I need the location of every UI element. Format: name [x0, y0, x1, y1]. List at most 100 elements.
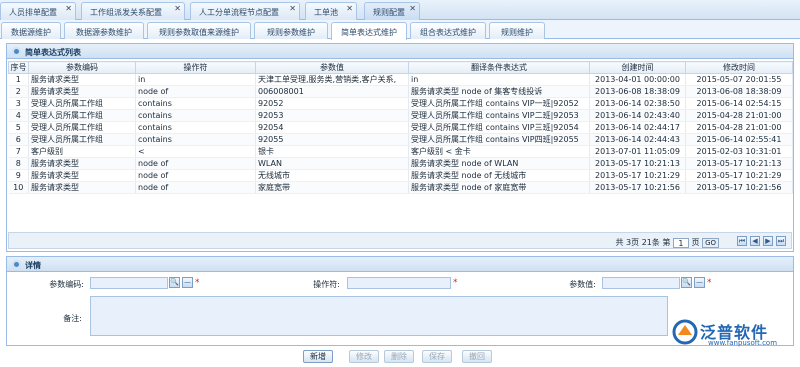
- pagination-page-suffix: 页: [691, 238, 700, 247]
- cell-param-code: 服务请求类型: [28, 157, 136, 170]
- cell-expression: in: [408, 73, 590, 86]
- cell-modified: 2015-05-07 20:01:55: [685, 73, 793, 86]
- cell-param-code: 服务请求类型: [28, 85, 136, 98]
- cell-created: 2013-06-08 18:38:09: [589, 85, 686, 98]
- cell-index: 3: [8, 97, 29, 110]
- subtab-datasource[interactable]: 数据源维护: [1, 22, 61, 39]
- close-icon[interactable]: ✕: [65, 4, 72, 13]
- operator-label: 操作符:: [313, 280, 340, 289]
- cell-expression: 服务请求类型 node of 家庭宽带: [408, 181, 590, 194]
- cell-param-code: 服务请求类型: [28, 169, 136, 182]
- column-header[interactable]: 创建时间: [589, 61, 686, 74]
- delete-button[interactable]: 删除: [384, 350, 414, 363]
- cell-expression: 受理人员所属工作组 contains VIP一班|92052: [408, 97, 590, 110]
- table-row[interactable]: 9 服务请求类型 node of 无线城市 服务请求类型 node of 无线城市 201…: [8, 169, 793, 182]
- cell-index: 7: [8, 145, 29, 158]
- logo-icon: [672, 319, 698, 345]
- subtab-datasource-params[interactable]: 数据源参数维护: [64, 22, 144, 39]
- column-header[interactable]: 操作符: [135, 61, 256, 74]
- cell-created: 2013-06-14 02:44:17: [589, 121, 686, 134]
- cell-modified: 2013-06-08 18:38:09: [685, 85, 793, 98]
- table-row[interactable]: 2 服务请求类型 node of 006008001 服务请求类型 node of 集客…: [8, 85, 793, 98]
- tab-label: 人员排单配置: [9, 8, 57, 17]
- cell-modified: 2013-05-17 10:21:13: [685, 157, 793, 170]
- table-row[interactable]: 1 服务请求类型 in 天津工单受理,服务类,营销类,客户关系, in 2013-04-0…: [8, 73, 793, 86]
- cell-param-code: 受理人员所属工作组: [28, 97, 136, 110]
- tab-manual-dispatch-nodes[interactable]: 人工分单流程节点配置 ✕: [190, 2, 300, 20]
- operator-field[interactable]: [347, 277, 451, 289]
- cell-operator: node of: [135, 85, 256, 98]
- cell-param-value: 无线城市: [255, 169, 409, 182]
- cell-modified: 2013-05-17 10:21:29: [685, 169, 793, 182]
- cell-expression: 服务请求类型 node of WLAN: [408, 157, 590, 170]
- last-page-icon[interactable]: ⏭: [776, 236, 786, 246]
- cell-index: 10: [8, 181, 29, 194]
- table-row[interactable]: 5 受理人员所属工作组 contains 92054 受理人员所属工作组 contain…: [8, 121, 793, 134]
- cell-modified: 2015-04-28 21:01:00: [685, 109, 793, 122]
- close-icon[interactable]: ✕: [174, 4, 181, 13]
- subtab-rule[interactable]: 规则维护: [489, 22, 545, 39]
- first-page-icon[interactable]: ⏮: [737, 236, 747, 246]
- subtab-simple-expression[interactable]: 简单表达式维护: [331, 22, 407, 40]
- subtab-compound-expression[interactable]: 组合表达式维护: [410, 22, 486, 39]
- cell-expression: 客户级别 < 金卡: [408, 145, 590, 158]
- edit-button[interactable]: 修改: [349, 350, 379, 363]
- table-row[interactable]: 4 受理人员所属工作组 contains 92053 受理人员所属工作组 contain…: [8, 109, 793, 122]
- close-icon[interactable]: ✕: [409, 4, 416, 13]
- page-number-input[interactable]: 1: [672, 237, 689, 248]
- new-button[interactable]: 新增: [303, 350, 333, 363]
- subtab-param-value-source[interactable]: 规则参数取值来源维护: [147, 22, 251, 39]
- tab-order-pool[interactable]: 工单池 ✕: [305, 2, 357, 20]
- cell-modified: 2015-06-14 02:55:41: [685, 133, 793, 146]
- tab-rule-config[interactable]: 规则配置 ✕: [364, 2, 420, 20]
- prev-page-icon[interactable]: ◀: [750, 236, 760, 246]
- tab-label: 人工分单流程节点配置: [199, 8, 279, 17]
- cell-created: 2013-05-17 10:21:13: [589, 157, 686, 170]
- column-header[interactable]: 参数编码: [28, 61, 136, 74]
- search-icon[interactable]: 🔍: [169, 277, 180, 288]
- table-row[interactable]: 10 服务请求类型 node of 家庭宽带 服务请求类型 node of 家庭宽带 20…: [8, 181, 793, 194]
- tab-label: 工作组派发关系配置: [90, 8, 162, 17]
- subtab-rule-params[interactable]: 规则参数维护: [254, 22, 328, 39]
- tab-staff-scheduling[interactable]: 人员排单配置 ✕: [0, 2, 76, 20]
- cell-index: 6: [8, 133, 29, 146]
- table-row[interactable]: 6 受理人员所属工作组 contains 92055 受理人员所属工作组 contain…: [8, 133, 793, 146]
- next-page-icon[interactable]: ▶: [763, 236, 773, 246]
- cell-param-value: 92055: [255, 133, 409, 146]
- cell-expression: 服务请求类型 node of 集客专线投诉: [408, 85, 590, 98]
- table-row[interactable]: 7 客户级别 < 银卡 客户级别 < 金卡 2013-07-01 11:05:09 2015…: [8, 145, 793, 158]
- sub-tab-bar: 数据源维护 数据源参数维护 规则参数取值来源维护 规则参数维护 简单表达式维护 …: [0, 20, 800, 40]
- column-header[interactable]: 序号: [8, 61, 29, 74]
- param-value-field[interactable]: [602, 277, 680, 289]
- remark-label: 备注:: [63, 314, 82, 323]
- table-row[interactable]: 8 服务请求类型 node of WLAN 服务请求类型 node of WLAN 201…: [8, 157, 793, 170]
- cell-operator: contains: [135, 133, 256, 146]
- tab-workgroup-dispatch[interactable]: 工作组派发关系配置 ✕: [81, 2, 185, 20]
- cell-operator: contains: [135, 121, 256, 134]
- param-code-field[interactable]: [90, 277, 168, 289]
- column-header[interactable]: 翻译条件表达式: [408, 61, 590, 74]
- cell-created: 2013-06-14 02:38:50: [589, 97, 686, 110]
- clear-icon[interactable]: —: [694, 277, 705, 288]
- pagination-total-text: 共 3页 21条 第: [615, 238, 671, 247]
- remark-textarea[interactable]: [90, 296, 668, 336]
- cell-created: 2013-04-01 00:00:00: [589, 73, 686, 86]
- column-header[interactable]: 参数值: [255, 61, 409, 74]
- cell-created: 2013-06-14 02:44:43: [589, 133, 686, 146]
- cancel-button[interactable]: 撤回: [462, 350, 492, 363]
- clear-icon[interactable]: —: [182, 277, 193, 288]
- close-icon[interactable]: ✕: [289, 4, 296, 13]
- panel-icon: [12, 260, 21, 269]
- cell-index: 1: [8, 73, 29, 86]
- param-code-label: 参数编码:: [49, 280, 84, 289]
- save-button[interactable]: 保存: [422, 350, 452, 363]
- cell-operator: in: [135, 73, 256, 86]
- close-icon[interactable]: ✕: [346, 4, 353, 13]
- search-icon[interactable]: 🔍: [681, 277, 692, 288]
- cell-param-code: 服务请求类型: [28, 181, 136, 194]
- table-row[interactable]: 3 受理人员所属工作组 contains 92052 受理人员所属工作组 contain…: [8, 97, 793, 110]
- cell-operator: contains: [135, 97, 256, 110]
- cell-created: 2013-05-17 10:21:56: [589, 181, 686, 194]
- column-header[interactable]: 修改时间: [685, 61, 793, 74]
- go-button[interactable]: GO: [702, 237, 719, 248]
